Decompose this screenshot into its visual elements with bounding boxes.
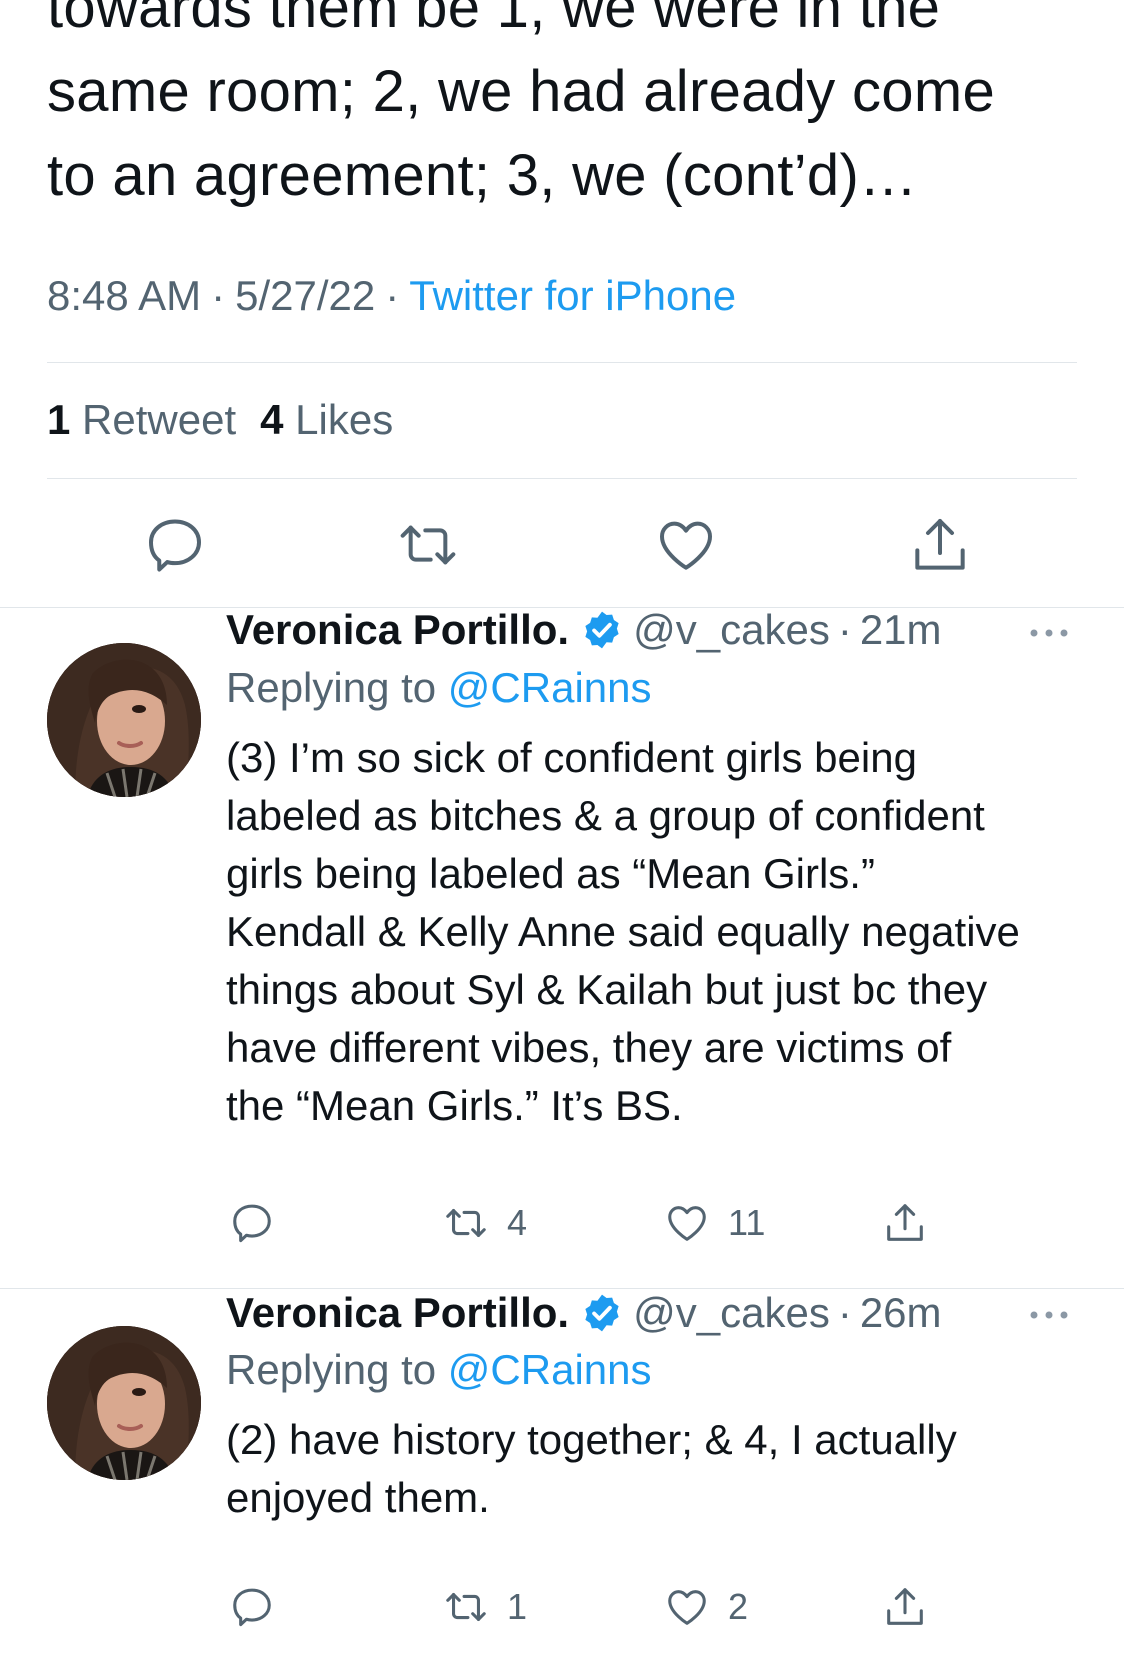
replying-to: Replying to @CRainns: [226, 660, 652, 716]
share-button[interactable]: [882, 1582, 928, 1632]
reply-text-line: girls being labeled as “Mean Girls.”: [226, 850, 875, 897]
heart-icon: [668, 1206, 706, 1241]
user-handle[interactable]: @v_cakes: [633, 602, 830, 658]
more-dots-icon: [1030, 629, 1068, 637]
reply-button[interactable]: [229, 1198, 275, 1248]
replying-to-user-link[interactable]: @CRainns: [448, 664, 652, 711]
replying-to: Replying to @CRainns: [226, 1342, 652, 1398]
like-count: 4: [260, 396, 284, 443]
reply-button[interactable]: [229, 1582, 275, 1632]
share-icon: [887, 1588, 923, 1625]
reply-icon: [149, 519, 201, 572]
retweet-button[interactable]: [396, 513, 460, 577]
share-icon: [887, 1204, 923, 1241]
user-handle[interactable]: @v_cakes: [633, 1285, 830, 1341]
tweet-meta: 8:48 AM · 5/27/22 · Twitter for iPhone: [47, 268, 736, 324]
reply-header: Veronica Portillo. @v_cakes · 21m: [226, 602, 942, 658]
reply-icon: [233, 1588, 271, 1627]
retweet-icon: [446, 1209, 486, 1237]
replying-prefix: Replying to: [226, 664, 437, 711]
retweet-count: 1: [507, 1586, 528, 1627]
like-label: Likes: [295, 396, 394, 443]
main-tweet-text-line: same room; 2, we had already come: [47, 59, 996, 124]
like-button[interactable]: [654, 513, 718, 577]
meta-separator: ·: [837, 1289, 852, 1336]
like-count: 11: [728, 1202, 766, 1243]
more-options-button[interactable]: [1026, 1305, 1072, 1325]
like-button[interactable]: 11: [664, 1198, 765, 1248]
reply-text-line: (3) I’m so sick of confident girls being: [226, 734, 917, 781]
verified-badge-icon: [581, 1292, 623, 1334]
display-name[interactable]: Veronica Portillo.: [226, 602, 569, 658]
share-button[interactable]: [882, 1198, 928, 1248]
meta-separator: ·: [211, 272, 226, 319]
main-tweet-text-line: to an agreement; 3, we (cont’d)…: [47, 143, 918, 208]
share-icon: [915, 519, 965, 570]
meta-separator: ·: [837, 606, 852, 653]
heart-icon: [660, 521, 712, 570]
reply-text: (3) I’m so sick of confident girls being…: [226, 729, 1096, 1135]
reply-tweet[interactable]: Veronica Portillo. @v_cakes · 26m Replying…: [0, 1289, 1124, 1657]
reply-text-line: things about Syl & Kailah but just bc th…: [226, 966, 988, 1013]
reply-text-line: (2) have history together; & 4, I actual…: [226, 1416, 957, 1463]
main-tweet-text-line: towards them be 1, we were in the: [47, 0, 941, 40]
main-tweet: towards them be 1, we were in the same ro…: [0, 0, 1124, 608]
more-dots-icon: [1030, 1311, 1068, 1319]
retweet-count: 4: [507, 1202, 528, 1243]
reply-text-line: have different vibes, they are victims o…: [226, 1024, 952, 1071]
like-button[interactable]: 2: [664, 1582, 748, 1632]
reply-text-line: the “Mean Girls.” It’s BS.: [226, 1082, 683, 1129]
reply-time[interactable]: 21m: [860, 602, 942, 658]
reply-header: Veronica Portillo. @v_cakes · 26m: [226, 1285, 942, 1341]
retweet-button[interactable]: 1: [443, 1582, 527, 1632]
display-name[interactable]: Veronica Portillo.: [226, 1285, 569, 1341]
replying-to-user-link[interactable]: @CRainns: [448, 1346, 652, 1393]
tweet-source-link[interactable]: Twitter for iPhone: [409, 272, 736, 319]
avatar[interactable]: [47, 1326, 201, 1480]
main-tweet-text: towards them be 1, we were in the same ro…: [47, 0, 1087, 218]
reply-tweet[interactable]: Veronica Portillo. @v_cakes · 21m Replying…: [0, 606, 1124, 1288]
tweet-time: 8:48 AM: [47, 272, 202, 319]
retweet-label: Retweet: [82, 396, 237, 443]
more-options-button[interactable]: [1026, 623, 1072, 643]
verified-badge-icon: [581, 609, 623, 651]
retweet-count: 1: [47, 396, 71, 443]
divider: [47, 362, 1077, 363]
retweet-icon: [400, 525, 456, 565]
tweet-date: 5/27/22: [235, 272, 376, 319]
likes-stat[interactable]: 4 Likes: [260, 396, 393, 443]
reply-text-line: labeled as bitches & a group of confiden…: [226, 792, 985, 839]
retweet-icon: [446, 1593, 486, 1621]
share-button[interactable]: [908, 513, 972, 577]
tweet-stats: 1 Retweet 4 Likes: [47, 392, 393, 448]
retweets-stat[interactable]: 1 Retweet: [47, 396, 236, 443]
heart-icon: [668, 1590, 706, 1625]
reply-text-line: enjoyed them.: [226, 1474, 490, 1521]
reply-button[interactable]: [143, 513, 207, 577]
avatar[interactable]: [47, 643, 201, 797]
reply-time[interactable]: 26m: [860, 1285, 942, 1341]
reply-icon: [233, 1204, 271, 1243]
meta-separator: ·: [385, 272, 400, 319]
replying-prefix: Replying to: [226, 1346, 437, 1393]
divider: [47, 478, 1077, 479]
like-count: 2: [728, 1586, 749, 1627]
reply-text: (2) have history together; & 4, I actual…: [226, 1411, 1096, 1527]
reply-text-line: Kendall & Kelly Anne said equally negati…: [226, 908, 1020, 955]
retweet-button[interactable]: 4: [443, 1198, 527, 1248]
